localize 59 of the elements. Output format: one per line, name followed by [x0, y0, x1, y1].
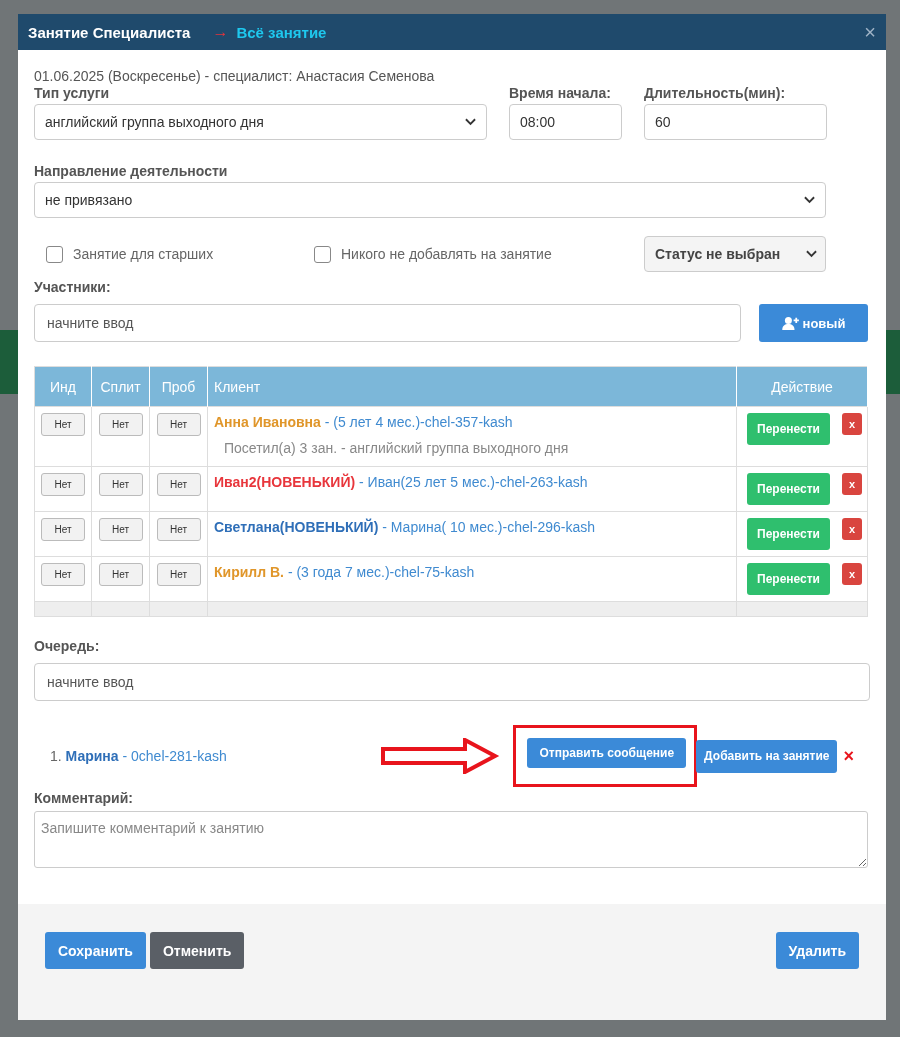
send-message-button[interactable]: Отправить сообщение: [527, 738, 687, 768]
close-button[interactable]: ×: [864, 20, 876, 44]
checkbox[interactable]: [314, 245, 331, 263]
comment-field[interactable]: Запишите комментарий к занятию: [34, 811, 868, 868]
column-header: Проб: [149, 366, 208, 407]
dialog-title: Занятие Специалиста: [28, 23, 191, 41]
status-select[interactable]: Статус не выбран: [644, 236, 826, 272]
all-lesson-link[interactable]: Всё занятие: [236, 23, 327, 41]
column-header: Клиент: [207, 366, 737, 407]
delete-button[interactable]: x: [842, 563, 862, 585]
new-client-button[interactable]: новый: [759, 304, 868, 342]
arrow-icon: →: [212, 23, 229, 41]
queue-search-field[interactable]: начните ввод: [34, 663, 870, 701]
visit-note: Посетил(а) 3 зан. - английский группа выходного дня: [224, 440, 570, 456]
field-label: Длительность(мин):: [644, 84, 787, 102]
queue-entry[interactable]: 1. Марина - 0chel-281-kash: [34, 748, 227, 764]
direction-select[interactable]: не привязано: [34, 182, 826, 218]
toggle-button[interactable]: Нет: [41, 518, 85, 541]
time-field[interactable]: 08:00: [509, 104, 622, 140]
toggle-button[interactable]: Нет: [41, 563, 85, 586]
delete-button[interactable]: x: [842, 413, 862, 435]
column-header: Сплит: [91, 366, 150, 407]
toggle-button[interactable]: Нет: [41, 473, 85, 496]
toggle-button[interactable]: Нет: [98, 413, 143, 436]
add-to-lesson-button[interactable]: Добавить на занятие: [696, 739, 838, 773]
add-user-icon: [781, 316, 800, 330]
chevron-icon: [804, 196, 815, 204]
chevron-icon: [806, 250, 817, 258]
service-select[interactable]: английский группа выходного дня: [34, 104, 487, 140]
toggle-button[interactable]: Нет: [156, 413, 201, 436]
participant-search-field[interactable]: начните ввод: [34, 304, 741, 342]
field-label: Время начала:: [509, 84, 612, 102]
save-button[interactable]: Сохранить: [45, 932, 146, 969]
delete-button[interactable]: x: [842, 473, 862, 495]
delete-button[interactable]: x: [842, 518, 862, 540]
section-label: Комментарий:: [34, 789, 134, 807]
remove-button[interactable]: ×: [843, 745, 854, 767]
checkbox[interactable]: [46, 245, 63, 263]
field-label: Тип услуги: [34, 84, 111, 102]
toggle-button[interactable]: Нет: [98, 518, 143, 541]
toggle-button[interactable]: Нет: [156, 473, 201, 496]
client-entry[interactable]: Анна Ивановна - (5 лет 4 мес.)-chel-357-kash: [214, 412, 731, 432]
toggle-button[interactable]: Нет: [41, 413, 85, 436]
field-label: Направление деятельности: [34, 162, 229, 180]
checkbox-label: Занятие для старших: [73, 246, 214, 262]
toggle-button[interactable]: Нет: [156, 518, 201, 541]
toggle-button[interactable]: Нет: [98, 473, 143, 496]
section-label: Очередь:: [34, 637, 101, 655]
toggle-button[interactable]: Нет: [156, 563, 201, 586]
checkbox-label: Никого не добавлять на занятие: [341, 246, 552, 262]
column-header: Действие: [736, 366, 868, 407]
delete-lesson-button[interactable]: Удалить: [775, 932, 859, 969]
chevron-icon: [465, 118, 476, 126]
lesson-info: 01.06.2025 (Воскресенье) - специалист: Анастасия Семенова: [34, 68, 436, 84]
cancel-button[interactable]: Отменить: [149, 932, 245, 969]
section-label: Участники:: [34, 278, 112, 296]
duration-field[interactable]: 60: [644, 104, 827, 140]
toggle-button[interactable]: Нет: [98, 563, 143, 586]
column-header: Инд: [34, 366, 92, 407]
